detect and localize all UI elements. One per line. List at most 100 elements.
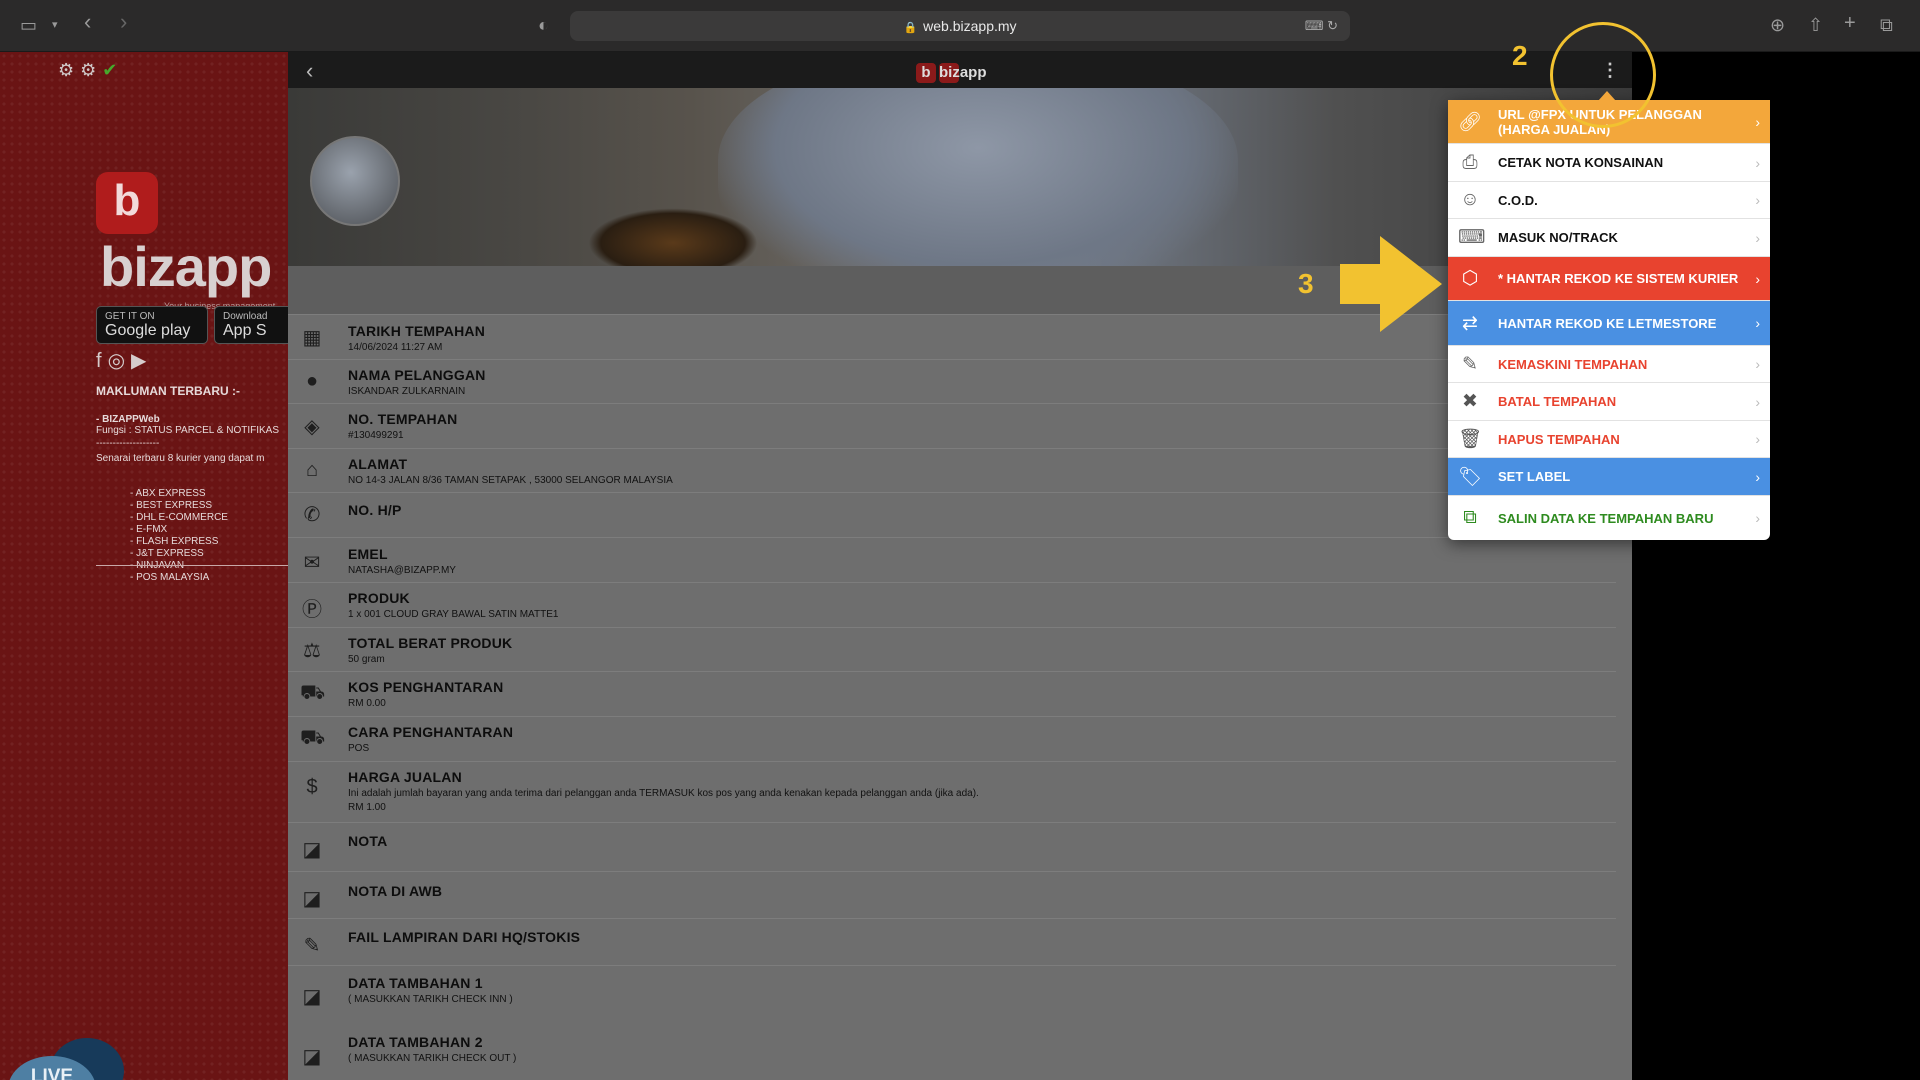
chevron-right-icon: › [1755, 431, 1760, 447]
scale-icon: ⚖ [303, 640, 321, 662]
trash-icon: 🗑︎ [1458, 429, 1483, 450]
list-item: - POS MALAYSIA [130, 572, 210, 583]
menu-item-cod[interactable]: ☺ C.O.D. › [1448, 182, 1770, 219]
detail-row: ◈ NO. TEMPAHAN #130499291 [288, 403, 1616, 448]
menu-item-hapus[interactable]: 🗑︎ HAPUS TEMPAHAN › [1448, 421, 1770, 458]
app-store-badge[interactable]: Download App S [214, 306, 288, 344]
menu-item-batal[interactable]: ✖ BATAL TEMPAHAN › [1448, 383, 1770, 421]
divider [96, 565, 288, 566]
lock-icon: 🔒 [903, 22, 918, 34]
order-detail-page: ‹ b bizapp ⋮ ▦ TARIKH TEMPAHAN 14/06/2024… [288, 52, 1632, 1080]
chevron-right-icon: › [1755, 154, 1760, 171]
note-icon: ◪ [302, 839, 322, 861]
download-icon[interactable]: ⊕ [1770, 14, 1785, 36]
reload-icon[interactable]: ↻ [1327, 18, 1338, 33]
live-chat-button[interactable]: LIVE CHAT [8, 1038, 126, 1080]
note-icon: ◪ [302, 1046, 322, 1068]
youtube-icon[interactable]: ▶ [131, 350, 152, 372]
url-text: web.bizapp.my [923, 18, 1017, 34]
menu-item-hantar-kurier[interactable]: ⬡ * HANTAR REKOD KE SISTEM KURIER › [1448, 257, 1770, 301]
chevron-right-icon: › [1755, 315, 1760, 331]
courier-list: - ABX EXPRESS - BEST EXPRESS - DHL E-COM… [130, 488, 288, 584]
share-icon[interactable]: ⇧ [1808, 14, 1823, 36]
list-item: - J&T EXPRESS [130, 548, 204, 559]
chevron-right-icon: › [1755, 229, 1760, 246]
truck-icon: ⛟ [300, 727, 326, 749]
facebook-icon[interactable]: f [96, 350, 108, 372]
link-icon: 🔗︎ [1458, 111, 1483, 133]
detail-row: ◪ NOTA [288, 822, 1616, 871]
sidebar-icon[interactable]: ▭ [20, 14, 37, 36]
note-icon: ◪ [302, 986, 322, 1008]
address-bar[interactable]: 🔒 web.bizapp.my ⌨ ↻ [570, 11, 1350, 41]
order-actions-menu: 🔗︎ URL @FPX UNTUK PELANGGAN (HARGA JUALA… [1448, 91, 1770, 540]
user-icon: ● [305, 370, 319, 392]
news-line: ------------------- [96, 438, 160, 449]
detail-row: ✎ FAIL LAMPIRAN DARI HQ/STOKIS [288, 918, 1616, 965]
news-section: MAKLUMAN TERBARU :- - BIZAPPWeb Fungsi :… [96, 384, 288, 584]
list-item: - FLASH EXPRESS [130, 536, 219, 547]
detail-row: ◪ DATA TAMBAHAN 2 ( MASUKKAN TARIKH CHEC… [288, 1026, 1616, 1080]
copy-icon: ⧉ [1463, 507, 1477, 528]
tabs-icon[interactable]: ⧉ [1880, 14, 1893, 36]
back-icon[interactable]: ‹ [306, 58, 313, 84]
topbar-logo: b bizapp [916, 58, 987, 83]
news-title: MAKLUMAN TERBARU :- [96, 384, 240, 398]
note-icon: ◪ [302, 888, 322, 910]
chevron-right-icon: › [1755, 510, 1760, 526]
detail-row: ⚖ TOTAL BERAT PRODUK 50 gram [288, 627, 1616, 671]
brand-text: bizapp [100, 235, 272, 298]
news-line: - BIZAPPWeb [96, 414, 160, 425]
step-number-2: 2 [1512, 40, 1528, 71]
edit-icon: ✎ [1462, 353, 1478, 375]
detail-row: ✆ NO. H/P [288, 492, 1616, 537]
detail-row: ◪ NOTA DI AWB [288, 871, 1616, 918]
shield-icon[interactable]: ◐ [538, 14, 549, 36]
detail-row: ✉ EMEL NATASHA@BIZAPP.MY [288, 537, 1616, 582]
instagram-icon[interactable]: ◎ [108, 350, 131, 372]
phone-icon: ✆ [303, 504, 321, 526]
chevron-right-icon: › [1755, 270, 1760, 287]
menu-item-kemaskini[interactable]: ✎ KEMASKINI TEMPAHAN › [1448, 346, 1770, 383]
list-item: - BEST EXPRESS [130, 500, 213, 511]
detail-list: ▦ TARIKH TEMPAHAN 14/06/2024 11:27 AM ● … [288, 314, 1616, 1080]
highlight-circle [1550, 22, 1656, 128]
detail-row: ⌂ ALAMAT NO 14-3 JALAN 8/36 TAMAN SETAPA… [288, 448, 1616, 492]
detail-row: ● NAMA PELANGGAN ISKANDAR ZULKARNAIN [288, 359, 1616, 403]
keyboard-icon: ⌨ [1458, 227, 1486, 248]
google-play-badge[interactable]: GET IT ON Google play [96, 306, 208, 344]
settings-icons: ⚙⚙✔ [58, 60, 123, 81]
plus-icon[interactable]: + [1844, 12, 1856, 34]
menu-item-masuk-track[interactable]: ⌨ MASUK NO/TRACK › [1448, 219, 1770, 257]
gear-icon[interactable]: ⚙ [58, 60, 80, 80]
menu-item-cetak-nota[interactable]: ⎙ CETAK NOTA KONSAINAN › [1448, 144, 1770, 182]
avatar [310, 136, 400, 226]
calendar-check-icon: ▦ [302, 327, 322, 349]
list-item: - DHL E-COMMERCE [130, 512, 228, 523]
chevron-down-icon[interactable]: ▾ [52, 14, 58, 36]
product-icon: Ⓟ [302, 599, 322, 621]
chevron-right-icon: › [1755, 393, 1760, 410]
chevron-right-icon: › [1755, 192, 1760, 208]
list-item: - E-FMX [130, 524, 168, 535]
detail-row: ⛟ KOS PENGHANTARAN RM 0.00 [288, 671, 1616, 716]
x-icon: ✖ [1462, 391, 1478, 412]
truck-icon: ⛟ [300, 682, 326, 704]
menu-item-salin-data[interactable]: ⧉ SALIN DATA KE TEMPAHAN BARU › [1448, 496, 1770, 540]
menu-item-hantar-letmestore[interactable]: ⇄ HANTAR REKOD KE LETMESTORE › [1448, 301, 1770, 346]
menu-item-set-label[interactable]: 🏷︎ SET LABEL › [1448, 458, 1770, 496]
chevron-right-icon: › [1755, 468, 1760, 485]
cube-icon: ⬡ [1461, 268, 1479, 289]
news-line: Senarai terbaru 8 kurier yang dapat m [96, 453, 265, 464]
app-topbar: ‹ b bizapp ⋮ [288, 52, 1632, 88]
bizapp-logo: bbizapp Your business management app [96, 172, 288, 321]
back-icon[interactable]: ‹ [84, 11, 91, 33]
gear-icon[interactable]: ⚙ [80, 60, 102, 80]
home-icon: ⌂ [305, 459, 319, 481]
tags-icon: 🏷︎ [1458, 466, 1483, 488]
forward-icon[interactable]: › [120, 11, 127, 33]
detail-row: $ HARGA JUALAN Ini adalah jumlah bayaran… [288, 761, 1616, 822]
chevron-right-icon: › [1755, 113, 1760, 130]
list-item: - NINJAVAN [130, 560, 288, 572]
translate-icon[interactable]: ⌨ [1305, 18, 1324, 33]
